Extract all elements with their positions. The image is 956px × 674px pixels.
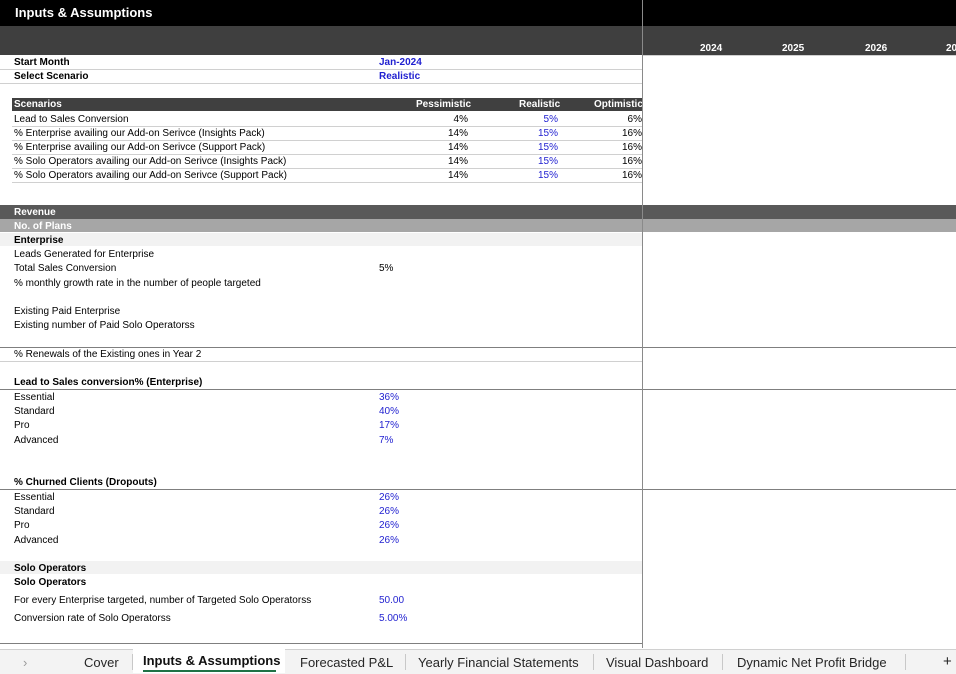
scenario-cell[interactable]: 16% <box>582 142 642 153</box>
scenario-cell[interactable]: 16% <box>582 170 642 181</box>
year-header-bar <box>0 26 956 55</box>
scenarios-header-realistic: Realistic <box>519 99 561 110</box>
year-2025: 2025 <box>782 43 805 54</box>
scenarios-header-label: Scenarios <box>14 99 62 110</box>
scenario-cell[interactable]: 15% <box>498 128 558 139</box>
tab-cover[interactable]: Cover <box>84 655 119 670</box>
revenue-section-bar <box>0 205 956 219</box>
scenario-cell[interactable]: 16% <box>582 156 642 167</box>
lead-to-sales-value[interactable]: 40% <box>379 406 399 417</box>
renewals-label: % Renewals of the Existing ones in Year … <box>14 349 202 360</box>
existing-paid-enterprise-label: Existing Paid Enterprise <box>14 306 121 317</box>
column-divider <box>642 0 643 648</box>
lead-to-sales-row-label: Pro <box>14 420 30 431</box>
enterprise-heading: Enterprise <box>14 235 64 246</box>
sheet-title: Inputs & Assumptions <box>15 5 153 20</box>
lead-to-sales-row-label: Essential <box>14 392 55 403</box>
select-scenario-value[interactable]: Realistic <box>379 71 420 82</box>
year-2026: 2026 <box>865 43 888 54</box>
tab-yearly-financial-statements[interactable]: Yearly Financial Statements <box>418 655 579 670</box>
scenario-cell[interactable]: 4% <box>408 114 468 125</box>
scenario-cell[interactable]: 14% <box>408 142 468 153</box>
no-of-plans-heading: No. of Plans <box>14 221 72 232</box>
churn-row-label: Advanced <box>14 535 59 546</box>
solo-targeted-value[interactable]: 50.00 <box>379 595 404 606</box>
select-scenario-label: Select Scenario <box>14 71 89 82</box>
year-next: 20 <box>946 43 956 54</box>
churn-value[interactable]: 26% <box>379 535 399 546</box>
scenario-cell[interactable]: 14% <box>408 156 468 167</box>
churn-value[interactable]: 26% <box>379 506 399 517</box>
start-month-label: Start Month <box>14 57 70 68</box>
scenario-cell[interactable]: 14% <box>408 128 468 139</box>
active-tab-underline <box>143 670 276 672</box>
solo-conversion-label: Conversion rate of Solo Operatorss <box>14 613 171 624</box>
no-of-plans-bar <box>0 219 956 232</box>
scenario-row-label: % Solo Operators availing our Add-on Ser… <box>14 156 287 167</box>
scenario-cell[interactable]: 6% <box>582 114 642 125</box>
solo-subheading: Solo Operators <box>14 577 87 588</box>
scenarios-header-pessimistic: Pessimistic <box>416 99 472 110</box>
tab-inputs-assumptions[interactable]: Inputs & Assumptions <box>143 653 280 668</box>
tab-forecasted-pl[interactable]: Forecasted P&L <box>300 655 393 670</box>
total-sales-conversion-value[interactable]: 5% <box>379 263 393 274</box>
churn-heading: % Churned Clients (Dropouts) <box>14 477 157 488</box>
existing-paid-solo-label: Existing number of Paid Solo Operatorss <box>14 320 195 331</box>
scenario-row-label: Lead to Sales Conversion <box>14 114 129 125</box>
churn-row-label: Pro <box>14 520 30 531</box>
tabs-scroll-right-icon[interactable]: › <box>23 655 27 670</box>
start-month-value[interactable]: Jan-2024 <box>379 57 422 68</box>
solo-heading: Solo Operators <box>14 563 87 574</box>
total-sales-conversion-label: Total Sales Conversion <box>14 263 117 274</box>
scenario-row-label: % Solo Operators availing our Add-on Ser… <box>14 170 287 181</box>
tab-dynamic-net-profit-bridge[interactable]: Dynamic Net Profit Bridge <box>737 655 887 670</box>
scenario-cell[interactable]: 15% <box>498 156 558 167</box>
monthly-growth-label: % monthly growth rate in the number of p… <box>14 278 261 289</box>
scenario-row-label: % Enterprise availing our Add-on Serivce… <box>14 128 265 139</box>
scenario-row-label: % Enterprise availing our Add-on Serivce… <box>14 142 266 153</box>
scenario-cell[interactable]: 15% <box>498 142 558 153</box>
solo-section-bar <box>0 561 643 574</box>
churn-row-label: Standard <box>14 506 55 517</box>
enterprise-section-bar <box>0 233 643 246</box>
lead-to-sales-value[interactable]: 17% <box>379 420 399 431</box>
tab-visual-dashboard[interactable]: Visual Dashboard <box>606 655 708 670</box>
churn-value[interactable]: 26% <box>379 520 399 531</box>
year-2024: 2024 <box>700 43 723 54</box>
solo-conversion-value[interactable]: 5.00% <box>379 613 407 624</box>
lead-to-sales-value[interactable]: 7% <box>379 435 393 446</box>
sheet-title-bar: Inputs & Assumptions <box>0 0 956 26</box>
lead-to-sales-row-label: Advanced <box>14 435 59 446</box>
scenario-cell[interactable]: 5% <box>498 114 558 125</box>
leads-generated-label: Leads Generated for Enterprise <box>14 249 155 260</box>
scenario-cell[interactable]: 14% <box>408 170 468 181</box>
add-sheet-icon[interactable]: + <box>943 653 952 670</box>
solo-targeted-label: For every Enterprise targeted, number of… <box>14 595 312 606</box>
churn-value[interactable]: 26% <box>379 492 399 503</box>
scenario-cell[interactable]: 15% <box>498 170 558 181</box>
lead-to-sales-row-label: Standard <box>14 406 55 417</box>
scenarios-header-optimistic: Optimistic <box>594 99 643 110</box>
lead-to-sales-value[interactable]: 36% <box>379 392 399 403</box>
scenario-cell[interactable]: 16% <box>582 128 642 139</box>
lead-to-sales-heading: Lead to Sales conversion% (Enterprise) <box>14 377 203 388</box>
churn-row-label: Essential <box>14 492 55 503</box>
revenue-heading: Revenue <box>14 207 56 218</box>
